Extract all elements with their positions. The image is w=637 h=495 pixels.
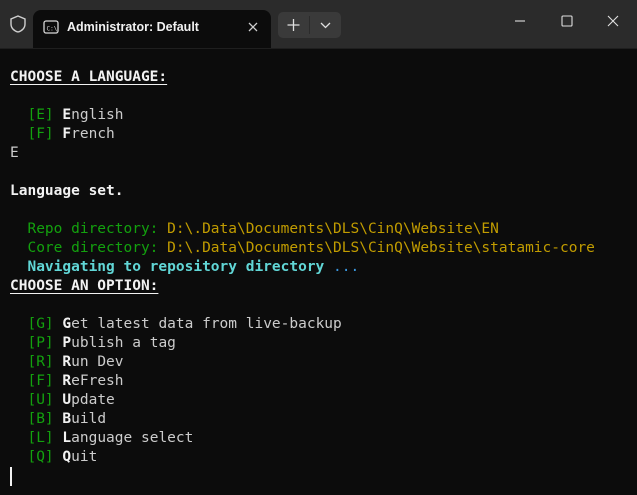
option-update: [U] Update bbox=[10, 372, 114, 408]
option-run-dev: [R] Run Dev bbox=[10, 334, 123, 370]
language-set-message: Language set. bbox=[10, 183, 124, 199]
close-icon[interactable] bbox=[244, 18, 262, 36]
option-key: [Q] bbox=[27, 449, 54, 465]
new-tab-group bbox=[278, 12, 341, 38]
language-option-english: [E] English bbox=[10, 87, 123, 123]
option-first-letter: Q bbox=[62, 449, 72, 465]
option-header: CHOOSE AN OPTION: bbox=[10, 278, 159, 294]
option-get-latest: [G] Get latest data from live-backup bbox=[10, 296, 341, 332]
input-echo: E bbox=[10, 145, 19, 161]
chevron-down-icon[interactable] bbox=[310, 12, 341, 38]
shield-icon bbox=[10, 15, 26, 33]
option-language-select: [L] Language select bbox=[10, 410, 193, 446]
plus-icon[interactable] bbox=[278, 12, 309, 38]
navigating-line: Navigating to repository directory ... bbox=[10, 239, 359, 275]
core-directory-line: Core directory: D:\.Data\Documents\DLS\C… bbox=[10, 220, 594, 256]
navigating-text: Navigating to repository directory bbox=[27, 259, 325, 275]
maximize-icon[interactable] bbox=[550, 8, 584, 34]
window-close-icon[interactable] bbox=[596, 8, 630, 34]
navigating-ellipsis: ... bbox=[333, 259, 360, 275]
option-refresh: [F] ReFresh bbox=[10, 353, 123, 389]
minimize-icon[interactable] bbox=[503, 8, 537, 34]
svg-text:C:\: C:\ bbox=[47, 26, 58, 33]
tab-title: Administrator: Default bbox=[67, 20, 199, 34]
option-first-letter: F bbox=[62, 126, 72, 142]
option-build: [B] Build bbox=[10, 391, 106, 427]
option-label: uit bbox=[71, 449, 98, 465]
text-cursor bbox=[10, 467, 12, 486]
terminal-icon: C:\ bbox=[43, 20, 59, 34]
repo-directory-line: Repo directory: D:\.Data\Documents\DLS\C… bbox=[10, 201, 498, 237]
option-key: [F] bbox=[27, 126, 54, 142]
title-bar[interactable]: C:\ Administrator: Default bbox=[0, 0, 637, 49]
language-option-french: [F] French bbox=[10, 106, 114, 142]
option-quit: [Q] Quit bbox=[10, 429, 97, 465]
scrollbar[interactable] bbox=[631, 57, 635, 487]
option-label: rench bbox=[71, 126, 115, 142]
language-header: CHOOSE A LANGUAGE: bbox=[10, 69, 168, 85]
tab-administrator-default[interactable]: C:\ Administrator: Default bbox=[33, 10, 271, 48]
option-publish-tag: [P] Publish a tag bbox=[10, 315, 175, 351]
